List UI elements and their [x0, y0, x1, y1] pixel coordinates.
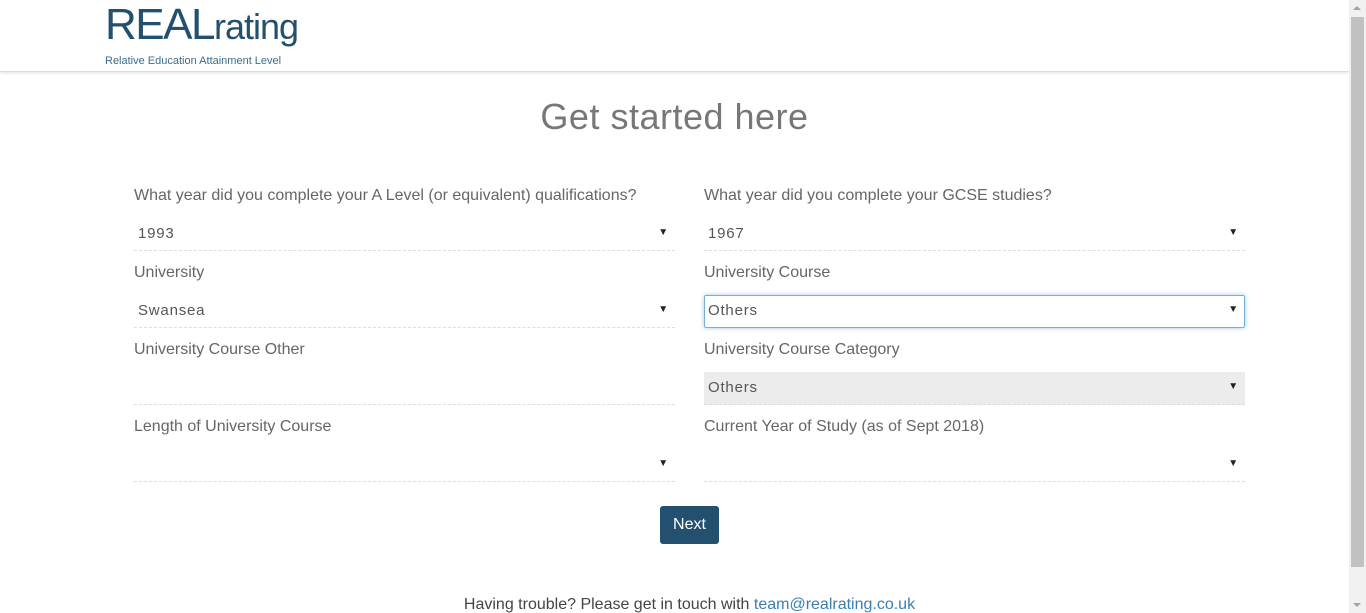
gcse-year-label: What year did you complete your GCSE stu…: [704, 187, 1052, 204]
course-length-label: Length of University Course: [134, 418, 332, 435]
chevron-down-icon: ▼: [658, 458, 669, 469]
course-length-field: Length of University Course ▼: [134, 417, 675, 482]
university-course-select[interactable]: Others ▼: [704, 295, 1245, 328]
university-select[interactable]: Swansea ▼: [134, 295, 675, 328]
a-level-year-value: 1993: [138, 225, 175, 242]
university-value: Swansea: [138, 302, 206, 319]
gcse-year-value: 1967: [708, 225, 745, 242]
chevron-down-icon: ▼: [1228, 381, 1239, 392]
logo-wordmark: REALrating: [105, 0, 299, 49]
scrollbar-thumb[interactable]: [1351, 17, 1364, 567]
university-course-other-field: University Course Other: [134, 340, 675, 405]
logo-tagline: Relative Education Attainment Level: [105, 55, 282, 67]
a-level-year-field: What year did you complete your A Level …: [134, 186, 675, 251]
chevron-down-icon: ▼: [658, 227, 669, 238]
chevron-down-icon: ▼: [1228, 304, 1239, 315]
page: REALrating Relative Education Attainment…: [0, 0, 1366, 613]
current-year-select[interactable]: ▼: [704, 449, 1245, 482]
help-text: Having trouble? Please get in touch with…: [0, 596, 1366, 613]
course-length-select[interactable]: ▼: [134, 449, 675, 482]
university-course-category-label: University Course Category: [704, 341, 900, 358]
a-level-year-select[interactable]: 1993 ▼: [134, 218, 675, 251]
gcse-year-select[interactable]: 1967 ▼: [704, 218, 1245, 251]
university-course-field: University Course Others ▼: [704, 263, 1245, 328]
university-course-other-label: University Course Other: [134, 341, 305, 358]
scroll-up-icon[interactable]: [1353, 6, 1361, 10]
university-course-category-field: University Course Category Others ▼: [704, 340, 1245, 405]
current-year-field: Current Year of Study (as of Sept 2018) …: [704, 417, 1245, 482]
vertical-scrollbar[interactable]: [1349, 0, 1366, 613]
university-course-category-select: Others ▼: [704, 372, 1245, 405]
university-course-label: University Course: [704, 264, 831, 281]
support-email-link[interactable]: team@realrating.co.uk: [754, 596, 915, 613]
chevron-down-icon: ▼: [1228, 227, 1239, 238]
help-message: Having trouble? Please get in touch with: [463, 596, 754, 613]
university-course-value: Others: [708, 302, 758, 319]
site-header: REALrating Relative Education Attainment…: [0, 0, 1349, 72]
site-logo[interactable]: REALrating Relative Education Attainment…: [105, 0, 299, 68]
scroll-down-icon[interactable]: [1353, 603, 1361, 607]
gcse-year-field: What year did you complete your GCSE stu…: [704, 186, 1245, 251]
a-level-year-label: What year did you complete your A Level …: [134, 187, 637, 204]
university-course-category-value: Others: [708, 379, 758, 396]
chevron-down-icon: ▼: [1228, 458, 1239, 469]
page-title: Get started here: [540, 96, 809, 137]
chevron-down-icon: ▼: [658, 304, 669, 315]
university-course-other-input[interactable]: [134, 372, 675, 405]
current-year-label: Current Year of Study (as of Sept 2018): [704, 418, 985, 435]
university-field: University Swansea ▼: [134, 263, 675, 328]
university-label: University: [134, 264, 205, 281]
next-button[interactable]: Next: [660, 506, 719, 544]
